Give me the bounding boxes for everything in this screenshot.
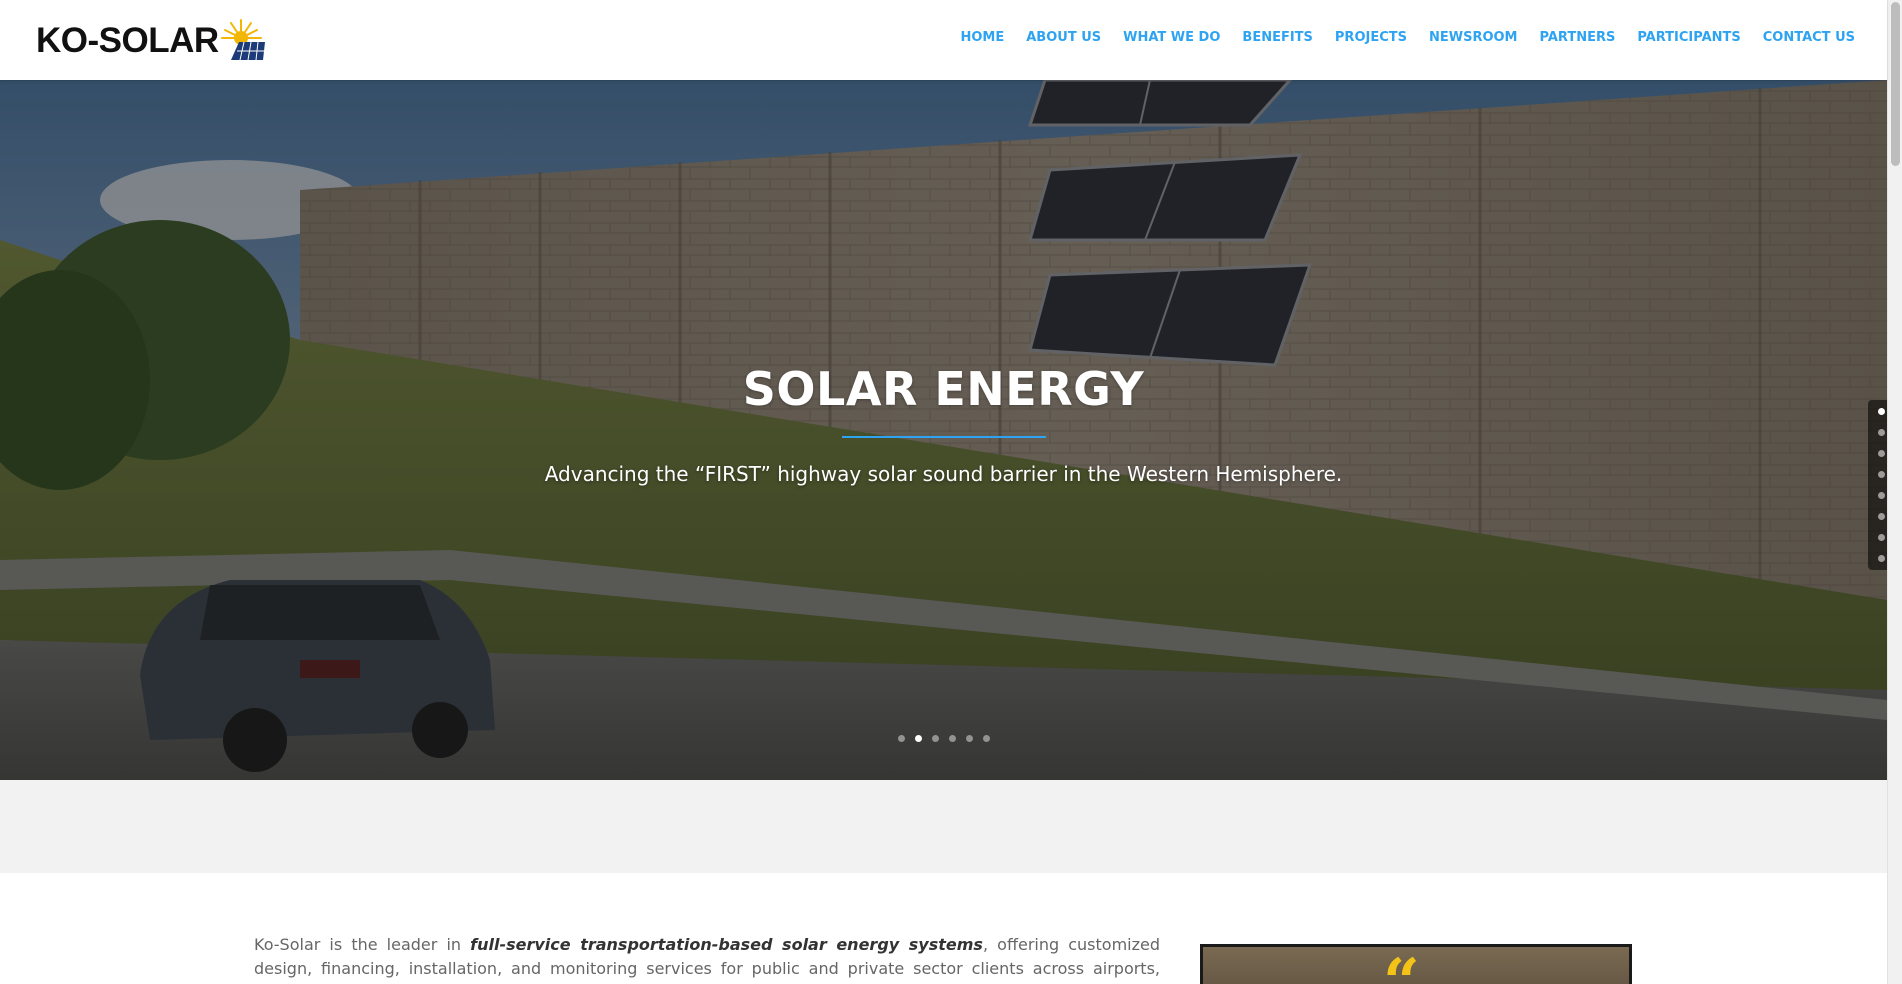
nav-about-us[interactable]: ABOUT US: [1026, 30, 1101, 45]
slider-pagination: [0, 735, 1887, 742]
side-dot-1[interactable]: [1877, 408, 1885, 415]
intro-paragraph: Ko-Solar is the leader in full-service t…: [254, 933, 1160, 984]
intro-section: Ko-Solar is the leader in full-service t…: [0, 873, 1887, 984]
site-header: KO-SOLAR HOME ABOUT US WHAT WE DO BENEFI…: [0, 0, 1887, 80]
side-dot-8[interactable]: [1877, 555, 1885, 562]
side-dot-2[interactable]: [1877, 429, 1885, 436]
side-dot-5[interactable]: [1877, 492, 1885, 499]
nav-newsroom[interactable]: NEWSROOM: [1429, 30, 1518, 45]
logo-text: KO-SOLAR: [36, 20, 219, 60]
side-dot-4[interactable]: [1877, 471, 1885, 478]
sun-solar-panel-icon: [220, 19, 265, 61]
intro-feature-image: “: [1200, 944, 1632, 984]
slide-dot-2[interactable]: [914, 735, 922, 742]
gray-divider-section: [0, 780, 1887, 873]
hero-caption: SOLAR ENERGY Advancing the “FIRST” highw…: [0, 362, 1887, 486]
hero-subtitle: Advancing the “FIRST” highway solar soun…: [544, 462, 1343, 486]
intro-text-start: Ko-Solar is the leader in: [254, 935, 471, 954]
nav-contact-us[interactable]: CONTACT US: [1763, 30, 1855, 45]
main-nav: HOME ABOUT US WHAT WE DO BENEFITS PROJEC…: [961, 30, 1856, 45]
side-dot-7[interactable]: [1877, 534, 1885, 541]
slide-dot-4[interactable]: [948, 735, 956, 742]
nav-projects[interactable]: PROJECTS: [1335, 30, 1407, 45]
side-dot-3[interactable]: [1877, 450, 1885, 457]
slide-dot-3[interactable]: [931, 735, 939, 742]
ko-solar-logo[interactable]: KO-SOLAR: [36, 18, 267, 62]
scrollbar-thumb[interactable]: [1891, 2, 1900, 166]
quote-mark-glyph: “: [1383, 945, 1420, 984]
nav-participants[interactable]: PARTICIPANTS: [1637, 30, 1740, 45]
hero-title: SOLAR ENERGY: [742, 362, 1145, 416]
nav-partners[interactable]: PARTNERS: [1540, 30, 1616, 45]
intro-text-emphasis: full-service transportation-based solar …: [470, 935, 983, 954]
hero-slider: SOLAR ENERGY Advancing the “FIRST” highw…: [0, 80, 1887, 780]
side-dot-6[interactable]: [1877, 513, 1885, 520]
nav-benefits[interactable]: BENEFITS: [1242, 30, 1313, 45]
nav-home[interactable]: HOME: [961, 30, 1005, 45]
slide-dot-6[interactable]: [982, 735, 990, 742]
hero-divider: [841, 436, 1046, 438]
slide-dot-5[interactable]: [965, 735, 973, 742]
slide-dot-1[interactable]: [897, 735, 905, 742]
page: KO-SOLAR HOME ABOUT US WHAT WE DO BENEFI…: [0, 0, 1902, 984]
nav-what-we-do[interactable]: WHAT WE DO: [1123, 30, 1220, 45]
page-scrollbar[interactable]: [1887, 0, 1902, 984]
